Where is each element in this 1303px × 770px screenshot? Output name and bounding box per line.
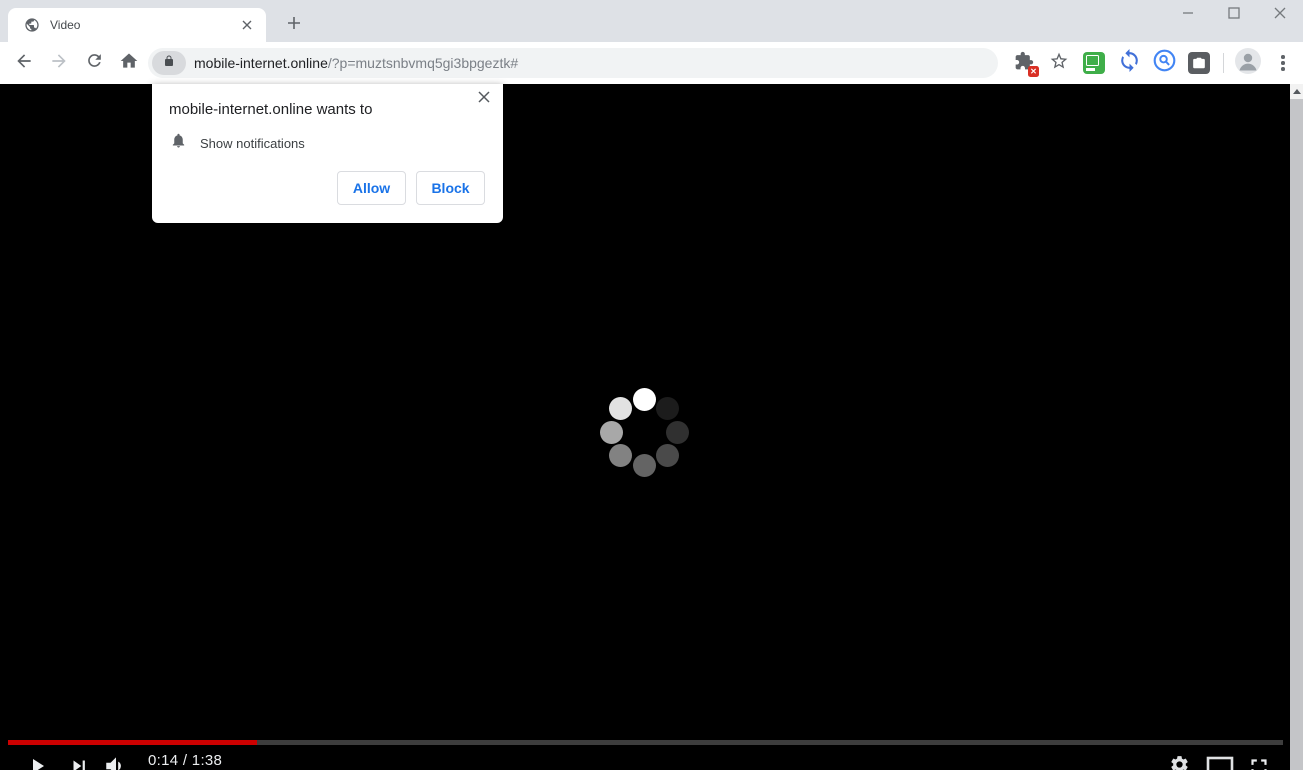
permission-row: Show notifications <box>170 132 305 154</box>
browser-window: Video mobile-internet.online/?p=muztsnbv… <box>0 0 1303 770</box>
forward-arrow-icon <box>49 51 69 76</box>
dialog-title: mobile-internet.online wants to <box>169 101 373 118</box>
miniplayer-icon <box>1206 756 1234 770</box>
minimize-icon <box>1182 6 1194 24</box>
extension-sync-button[interactable] <box>1115 49 1143 77</box>
seek-bar-played <box>8 740 257 745</box>
window-controls <box>1165 0 1303 30</box>
maximize-icon <box>1228 6 1240 24</box>
allow-button[interactable]: Allow <box>337 171 406 205</box>
menu-button[interactable] <box>1269 49 1297 77</box>
lock-icon <box>163 54 175 72</box>
volume-button[interactable] <box>103 753 129 770</box>
volume-icon <box>103 753 129 770</box>
url-text: mobile-internet.online/?p=muztsnbvmq5gi3… <box>194 55 518 71</box>
spinner-dot <box>609 443 633 467</box>
miniplayer-button[interactable] <box>1206 756 1234 770</box>
permission-text: Show notifications <box>200 135 305 151</box>
bookmark-button[interactable] <box>1045 49 1073 77</box>
extensions-button[interactable]: ✕ <box>1010 49 1039 77</box>
spinner-dot <box>665 420 689 444</box>
settings-gear-icon <box>1169 754 1190 770</box>
search-lens-extension-icon <box>1152 48 1177 78</box>
fullscreen-button[interactable] <box>1246 754 1272 770</box>
home-button[interactable] <box>115 49 143 77</box>
home-icon <box>119 51 139 76</box>
minimize-button[interactable] <box>1165 0 1211 30</box>
reload-icon <box>85 51 104 75</box>
back-arrow-icon <box>14 51 34 76</box>
menu-dots-icon <box>1273 55 1293 71</box>
spinner-dot <box>655 443 679 467</box>
screenshot-extension-icon <box>1188 52 1210 74</box>
next-button[interactable] <box>68 754 90 770</box>
extension-error-badge-icon: ✕ <box>1028 66 1039 77</box>
bookmark-star-icon <box>1049 51 1069 76</box>
extension-screenshot-button[interactable] <box>1185 49 1213 77</box>
forward-button[interactable] <box>45 49 73 77</box>
play-icon <box>25 753 49 770</box>
toolbar: mobile-internet.online/?p=muztsnbvmq5gi3… <box>0 42 1303 85</box>
spinner-dot <box>632 387 656 411</box>
play-button[interactable] <box>25 753 49 770</box>
back-button[interactable] <box>10 49 38 77</box>
next-icon <box>68 754 90 770</box>
tab-title: Video <box>50 18 81 32</box>
green-downloader-extension-icon <box>1083 52 1105 74</box>
spinner-dot <box>609 397 633 421</box>
url-path: /?p=muztsnbvmq5gi3bpgeztk# <box>327 55 519 71</box>
plus-icon <box>287 16 301 35</box>
notification-permission-dialog: mobile-internet.online wants to Show not… <box>152 84 503 223</box>
seek-bar[interactable] <box>8 740 1283 745</box>
reload-button[interactable] <box>80 49 108 77</box>
spinner-dot <box>655 397 679 421</box>
page-content: 0:14 / 1:38 mobile-internet.online wants… <box>0 84 1303 770</box>
settings-button[interactable] <box>1169 754 1190 770</box>
dialog-close-button[interactable] <box>474 89 494 109</box>
scroll-up-arrow-icon <box>1292 89 1301 94</box>
address-bar[interactable]: mobile-internet.online/?p=muztsnbvmq5gi3… <box>148 48 998 78</box>
globe-icon <box>24 17 40 33</box>
toolbar-separator <box>1223 53 1224 73</box>
browser-tab[interactable]: Video <box>8 8 266 42</box>
tab-close-icon[interactable] <box>238 16 256 34</box>
profile-avatar-icon <box>1234 47 1262 80</box>
new-tab-button[interactable] <box>282 13 306 37</box>
dialog-buttons: Allow Block <box>337 171 485 205</box>
spinner-dot <box>599 420 623 444</box>
maximize-button[interactable] <box>1211 0 1257 30</box>
dialog-close-icon <box>478 90 490 108</box>
url-domain: mobile-internet.online <box>194 55 328 71</box>
extension-search-button[interactable] <box>1150 49 1178 77</box>
site-info-button[interactable] <box>152 51 186 75</box>
loading-spinner <box>594 382 694 482</box>
scrollbar[interactable] <box>1290 84 1303 770</box>
profile-button[interactable] <box>1234 47 1262 80</box>
spinner-dot <box>632 453 656 477</box>
close-icon <box>1274 6 1286 24</box>
titlebar: Video <box>0 0 1303 42</box>
toolbar-right: ✕ <box>1010 42 1297 84</box>
block-button[interactable]: Block <box>416 171 485 205</box>
bell-icon <box>170 132 187 154</box>
sync-arrows-extension-icon <box>1117 48 1142 78</box>
scroll-up-button[interactable] <box>1290 84 1303 99</box>
close-button[interactable] <box>1257 0 1303 30</box>
scrollbar-thumb[interactable] <box>1290 99 1303 770</box>
extension-downloader-button[interactable] <box>1080 49 1108 77</box>
fullscreen-icon <box>1246 754 1272 770</box>
time-display: 0:14 / 1:38 <box>148 752 223 769</box>
